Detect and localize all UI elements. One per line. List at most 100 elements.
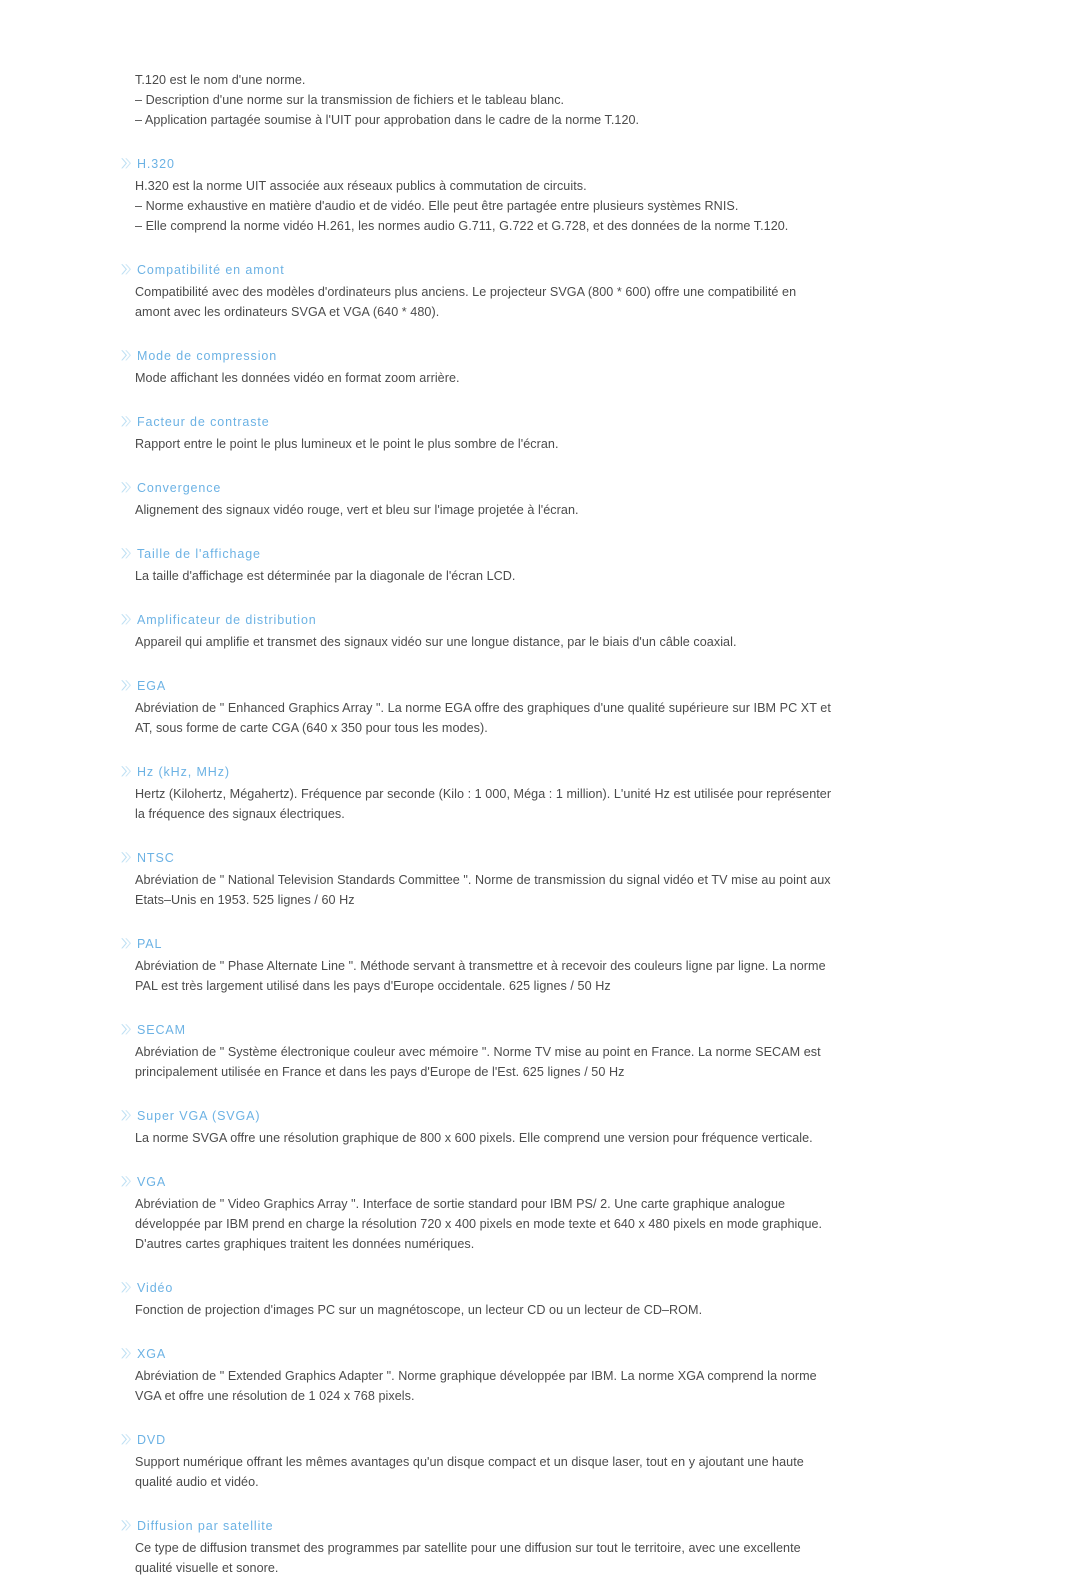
glossary-section: Facteur de contraste Rapport entre le poi…	[120, 412, 832, 454]
section-heading-label: PAL	[137, 937, 163, 951]
glossary-section: Amplificateur de distribution Appareil qu…	[120, 610, 832, 652]
glossary-section: VGA Abréviation de " Video Graphics Array…	[120, 1172, 832, 1254]
section-heading: PAL	[120, 934, 832, 954]
section-body: Ce type de diffusion transmet des progra…	[120, 1538, 832, 1578]
body-dash-line: – Norme exhaustive en matière d'audio et…	[135, 199, 739, 213]
section-heading: DVD	[120, 1430, 832, 1450]
section-body: Appareil qui amplifie et transmet des si…	[120, 632, 832, 652]
intro-block: T.120 est le nom d'une norme. – Descripti…	[120, 70, 832, 130]
body-dash-line: – Description d'une norme sur la transmi…	[135, 93, 565, 107]
section-body: Fonction de projection d'images PC sur u…	[120, 1300, 832, 1320]
section-heading: EGA	[120, 676, 832, 696]
section-body: La norme SVGA offre une résolution graph…	[120, 1128, 832, 1148]
section-body: Rapport entre le point le plus lumineux …	[120, 434, 832, 454]
section-heading-label: Facteur de contraste	[137, 415, 270, 429]
section-heading: Compatibilité en amont	[120, 260, 832, 280]
body-paragraph: Fonction de projection d'images PC sur u…	[135, 1303, 703, 1317]
glossary-section: NTSC Abréviation de " National Television…	[120, 848, 832, 910]
double-chevron-right-icon	[120, 481, 132, 494]
body-paragraph: Abréviation de " Video Graphics Array ".…	[135, 1197, 823, 1251]
double-chevron-right-icon	[120, 157, 132, 170]
double-chevron-right-icon	[120, 1281, 132, 1294]
section-heading-label: NTSC	[137, 851, 175, 865]
double-chevron-right-icon	[120, 1519, 132, 1532]
section-heading-label: Mode de compression	[137, 349, 278, 363]
section-heading: SECAM	[120, 1020, 832, 1040]
body-paragraph: H.320 est la norme UIT associée aux rése…	[135, 179, 587, 193]
document-page: T.120 est le nom d'une norme. – Descripti…	[0, 0, 1080, 1578]
glossary-section: Compatibilité en amont Compatibilité avec…	[120, 260, 832, 322]
section-heading: Convergence	[120, 478, 832, 498]
section-heading-label: Amplificateur de distribution	[137, 613, 317, 627]
body-dash-line: – Elle comprend la norme vidéo H.261, le…	[135, 219, 789, 233]
glossary-section: Taille de l'affichage La taille d'afficha…	[120, 544, 832, 586]
double-chevron-right-icon	[120, 613, 132, 626]
double-chevron-right-icon	[120, 263, 132, 276]
section-heading-label: SECAM	[137, 1023, 186, 1037]
section-heading-label: Hz (kHz, MHz)	[137, 765, 230, 779]
section-body: H.320 est la norme UIT associée aux rése…	[120, 176, 832, 236]
body-paragraph: T.120 est le nom d'une norme.	[135, 73, 306, 87]
glossary-section: H.320 H.320 est la norme UIT associée aux…	[120, 154, 832, 236]
section-body: Abréviation de " Système électronique co…	[120, 1042, 832, 1082]
body-paragraph: Abréviation de " Extended Graphics Adapt…	[135, 1369, 817, 1403]
double-chevron-right-icon	[120, 765, 132, 778]
section-heading-label: Vidéo	[137, 1281, 174, 1295]
double-chevron-right-icon	[120, 1347, 132, 1360]
section-heading: Amplificateur de distribution	[120, 610, 832, 630]
body-paragraph: Compatibilité avec des modèles d'ordinat…	[135, 285, 797, 319]
section-heading-label: Super VGA (SVGA)	[137, 1109, 261, 1123]
glossary-section: XGA Abréviation de " Extended Graphics Ad…	[120, 1344, 832, 1406]
double-chevron-right-icon	[120, 937, 132, 950]
glossary-section: PAL Abréviation de " Phase Alternate Line…	[120, 934, 832, 996]
glossary-section: Convergence Alignement des signaux vidéo …	[120, 478, 832, 520]
section-body: Abréviation de " Phase Alternate Line ".…	[120, 956, 832, 996]
section-heading-label: H.320	[137, 157, 175, 171]
glossary-section: SECAM Abréviation de " Système électroniq…	[120, 1020, 832, 1082]
section-heading: Facteur de contraste	[120, 412, 832, 432]
glossary-section: Mode de compression Mode affichant les do…	[120, 346, 832, 388]
double-chevron-right-icon	[120, 547, 132, 560]
section-heading-label: EGA	[137, 679, 167, 693]
section-heading-label: XGA	[137, 1347, 167, 1361]
body-paragraph: Abréviation de " Enhanced Graphics Array…	[135, 701, 831, 735]
body-paragraph: Hertz (Kilohertz, Mégahertz). Fréquence …	[135, 787, 832, 821]
body-paragraph: Abréviation de " Système électronique co…	[135, 1045, 821, 1079]
section-body: Support numérique offrant les mêmes avan…	[120, 1452, 832, 1492]
glossary-content: T.120 est le nom d'une norme. – Descripti…	[120, 70, 832, 1578]
section-heading-label: Taille de l'affichage	[137, 547, 261, 561]
section-heading: VGA	[120, 1172, 832, 1192]
glossary-section: Super VGA (SVGA) La norme SVGA offre une …	[120, 1106, 832, 1148]
section-body: Alignement des signaux vidéo rouge, vert…	[120, 500, 832, 520]
body-paragraph: Abréviation de " National Television Sta…	[135, 873, 831, 907]
body-dash-line: – Application partagée soumise à l'UIT p…	[135, 113, 640, 127]
section-heading: Taille de l'affichage	[120, 544, 832, 564]
glossary-section: Hz (kHz, MHz) Hertz (Kilohertz, Mégahertz…	[120, 762, 832, 824]
section-heading: H.320	[120, 154, 832, 174]
section-heading-label: DVD	[137, 1433, 167, 1447]
section-body: Abréviation de " National Television Sta…	[120, 870, 832, 910]
section-heading: Vidéo	[120, 1278, 832, 1298]
body-paragraph: Ce type de diffusion transmet des progra…	[135, 1541, 801, 1575]
section-heading-label: Diffusion par satellite	[137, 1519, 274, 1533]
glossary-section: DVD Support numérique offrant les mêmes a…	[120, 1430, 832, 1492]
body-paragraph: Mode affichant les données vidéo en form…	[135, 371, 460, 385]
section-body: Abréviation de " Enhanced Graphics Array…	[120, 698, 832, 738]
section-heading: Mode de compression	[120, 346, 832, 366]
body-paragraph: Alignement des signaux vidéo rouge, vert…	[135, 503, 579, 517]
section-body: Abréviation de " Extended Graphics Adapt…	[120, 1366, 832, 1406]
glossary-section: Diffusion par satellite Ce type de diffus…	[120, 1516, 832, 1578]
section-body: Compatibilité avec des modèles d'ordinat…	[120, 282, 832, 322]
glossary-sections: H.320 H.320 est la norme UIT associée aux…	[120, 154, 832, 1578]
body-paragraph: Abréviation de " Phase Alternate Line ".…	[135, 959, 826, 993]
double-chevron-right-icon	[120, 1433, 132, 1446]
body-paragraph: Support numérique offrant les mêmes avan…	[135, 1455, 804, 1489]
double-chevron-right-icon	[120, 679, 132, 692]
double-chevron-right-icon	[120, 1109, 132, 1122]
section-heading-label: Convergence	[137, 481, 222, 495]
double-chevron-right-icon	[120, 415, 132, 428]
section-body: Hertz (Kilohertz, Mégahertz). Fréquence …	[120, 784, 832, 824]
intro-body: T.120 est le nom d'une norme. – Descripti…	[120, 70, 832, 130]
section-body: Mode affichant les données vidéo en form…	[120, 368, 832, 388]
section-heading-label: VGA	[137, 1175, 167, 1189]
